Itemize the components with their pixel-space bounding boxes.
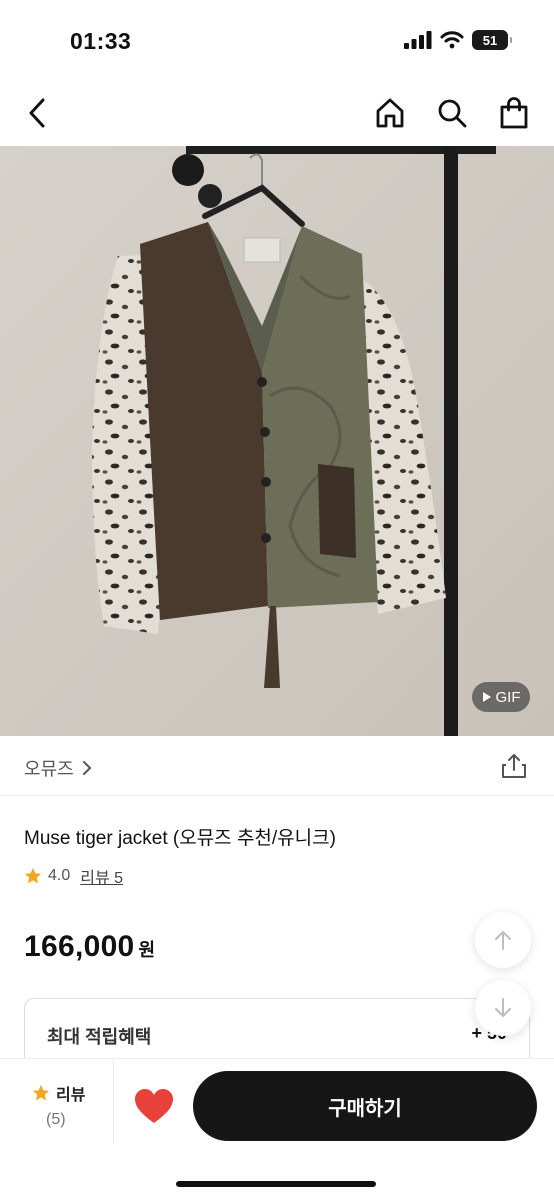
search-icon [438, 99, 467, 128]
gif-badge[interactable]: GIF [472, 682, 530, 712]
buy-button[interactable]: 구매하기 [193, 1071, 537, 1141]
status-bar: 01:33 51 [0, 0, 554, 80]
status-time: 01:33 [70, 28, 132, 54]
price-value: 166,000 [24, 930, 135, 963]
scroll-top-button[interactable] [475, 912, 531, 968]
scroll-bottom-button[interactable] [475, 980, 531, 1036]
review-count: (5) [46, 1111, 66, 1128]
share-icon[interactable] [500, 752, 528, 780]
review-label-row: 리뷰 [32, 1081, 85, 1105]
price: 166,000 원 [24, 930, 155, 964]
home-button[interactable] [370, 93, 410, 133]
chevron-left-icon [29, 98, 45, 128]
gif-label: GIF [495, 688, 521, 706]
review-link[interactable]: 리뷰 5 [80, 864, 123, 888]
top-nav [0, 80, 554, 146]
status-icons: 51 [404, 30, 512, 50]
bottom-bar: 리뷰 (5) 구매하기 [0, 1058, 554, 1200]
product-photo [0, 146, 554, 736]
product-image[interactable]: GIF [0, 146, 554, 736]
star-icon [24, 867, 42, 884]
arrow-down-icon [495, 998, 511, 1017]
brand-name: 오뮤즈 [24, 759, 74, 779]
star-icon [32, 1084, 50, 1101]
price-unit: 원 [138, 940, 156, 960]
review-button[interactable]: 리뷰 (5) [0, 1059, 114, 1143]
review-label: 리뷰 [56, 1087, 86, 1104]
shopping-bag-icon [500, 97, 528, 129]
arrow-up-icon [495, 931, 511, 950]
benefit-label: 최대 적립혜택 [47, 1027, 152, 1047]
rating-row: 4.0 리뷰 5 [24, 864, 123, 888]
brand-link[interactable]: 오뮤즈 [24, 755, 92, 781]
signal-icon [404, 31, 432, 49]
brand-row: 오뮤즈 [0, 736, 554, 796]
search-button[interactable] [432, 93, 472, 133]
chevron-right-icon [82, 761, 91, 775]
back-button[interactable] [18, 93, 58, 133]
rating-value: 4.0 [48, 867, 71, 884]
wifi-icon [440, 31, 464, 49]
battery-indicator: 51 [472, 30, 512, 50]
cart-button[interactable] [494, 93, 534, 133]
play-icon [482, 692, 491, 702]
heart-icon[interactable] [132, 1085, 176, 1129]
home-indicator [176, 1181, 376, 1187]
product-title: Muse tiger jacket (오뮤즈 추천/유니크) [24, 828, 336, 849]
home-icon [376, 98, 404, 128]
